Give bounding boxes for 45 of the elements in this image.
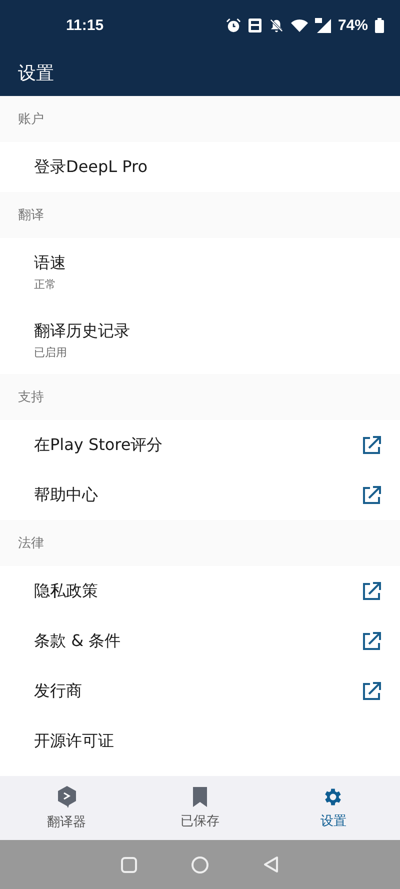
signal-icon bbox=[314, 18, 331, 32]
recents-icon[interactable] bbox=[121, 856, 137, 872]
status-time: 11:15 bbox=[66, 16, 104, 34]
nav-tab[interactable]: 设置 bbox=[266, 776, 400, 840]
hexagon-chat-icon bbox=[56, 785, 78, 809]
item-title: 帮助中心 bbox=[34, 484, 98, 506]
item-title: 开源许可证 bbox=[34, 730, 114, 752]
settings-item[interactable]: 翻译历史记录 已启用 bbox=[0, 306, 400, 374]
settings-item[interactable]: 发行商 bbox=[0, 666, 400, 716]
settings-item[interactable]: 登录DeepL Pro bbox=[0, 142, 400, 192]
item-title: 发行商 bbox=[34, 680, 82, 702]
external-link-icon bbox=[361, 434, 382, 456]
alarm-icon bbox=[226, 18, 241, 32]
settings-item[interactable]: 开源许可证 bbox=[0, 716, 400, 766]
settings-item[interactable]: 语速 正常 bbox=[0, 238, 400, 306]
item-subtitle: 已启用 bbox=[34, 344, 68, 360]
item-subtitle: 正常 bbox=[34, 276, 57, 292]
page-title: 设置 bbox=[18, 62, 54, 85]
item-title: 条款 & 条件 bbox=[34, 630, 121, 652]
nav-tab[interactable]: 已保存 bbox=[133, 776, 267, 840]
settings-item[interactable]: 帮助中心 bbox=[0, 470, 400, 520]
item-title: 登录DeepL Pro bbox=[34, 156, 148, 178]
back-icon[interactable] bbox=[263, 856, 279, 873]
item-title: 翻译历史记录 bbox=[34, 320, 130, 342]
settings-item[interactable]: 隐私政策 bbox=[0, 566, 400, 616]
section-header: 账户 bbox=[18, 111, 44, 128]
external-link-icon bbox=[361, 580, 382, 602]
settings-item[interactable]: 在Play Store评分 bbox=[0, 420, 400, 470]
battery-percent: 74% bbox=[338, 16, 368, 34]
home-icon[interactable] bbox=[191, 856, 209, 874]
wifi-icon bbox=[290, 18, 308, 32]
item-title: 语速 bbox=[34, 252, 66, 274]
settings-item[interactable]: 条款 & 条件 bbox=[0, 616, 400, 666]
external-link-icon bbox=[361, 680, 382, 702]
section-header: 支持 bbox=[18, 389, 44, 406]
battery-icon bbox=[375, 18, 384, 32]
nav-tab[interactable]: 翻译器 bbox=[0, 776, 134, 840]
section-header: 翻译 bbox=[18, 207, 44, 224]
item-title: 隐私政策 bbox=[34, 580, 98, 602]
item-title: 在Play Store评分 bbox=[34, 434, 163, 456]
bookmark-icon bbox=[190, 786, 209, 808]
bell-off-icon bbox=[268, 18, 284, 32]
section-header: 法律 bbox=[18, 535, 44, 552]
external-link-icon bbox=[361, 484, 382, 506]
external-link-icon bbox=[361, 630, 382, 652]
